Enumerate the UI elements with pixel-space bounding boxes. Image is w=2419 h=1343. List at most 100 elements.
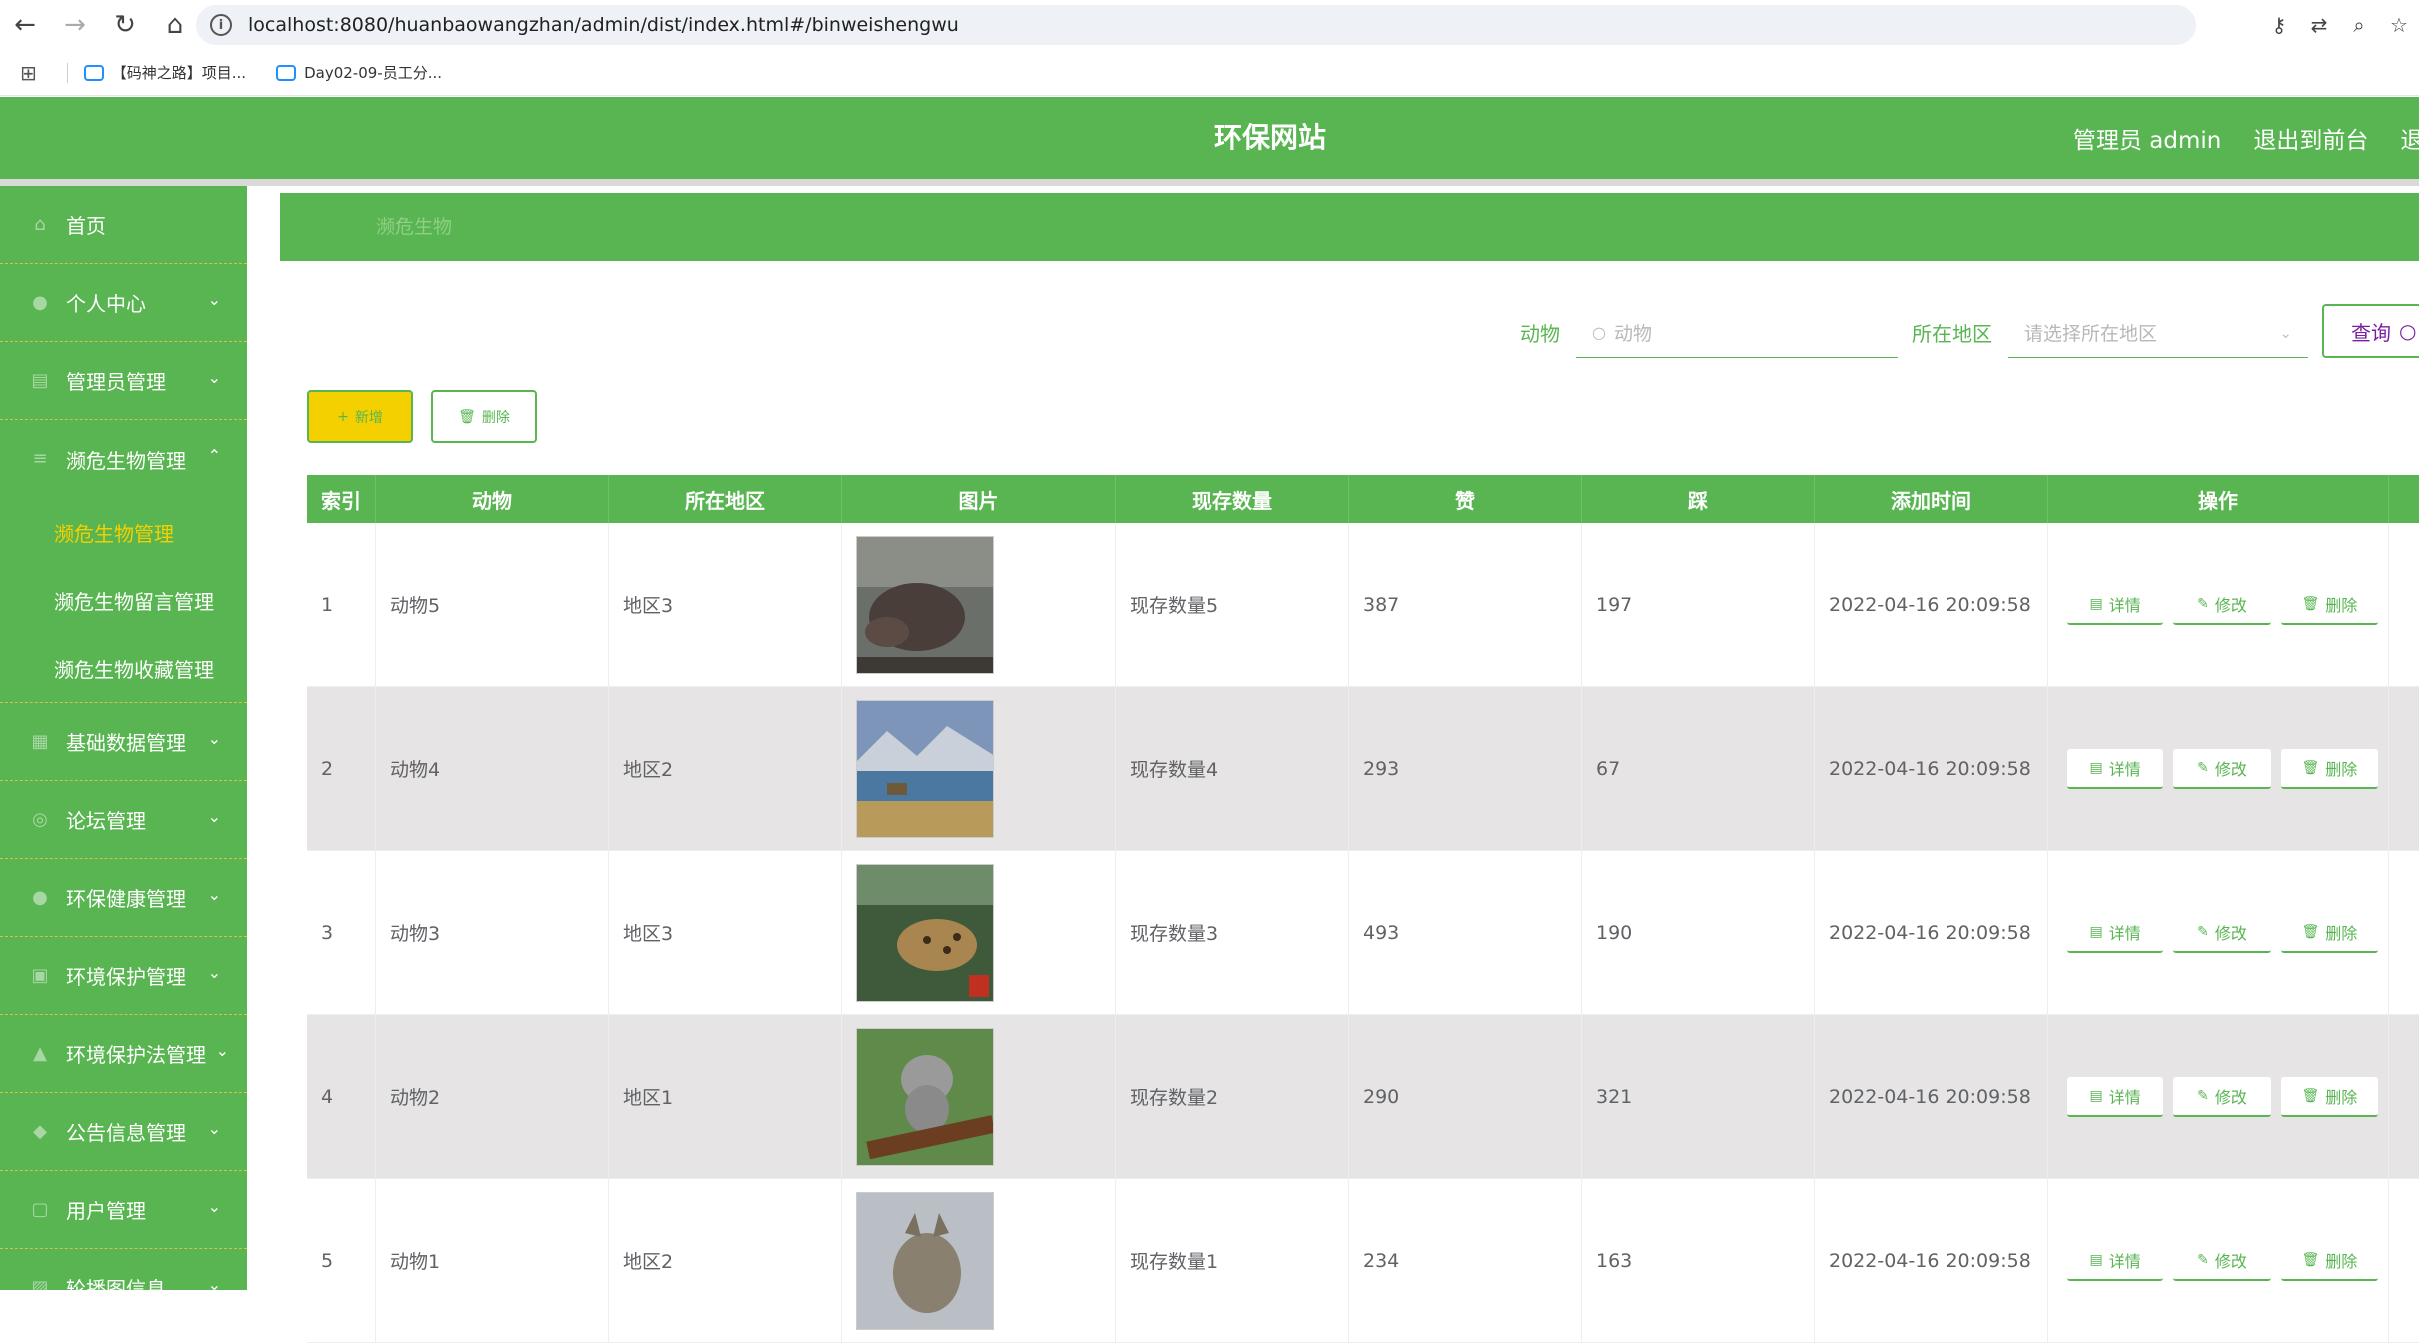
chevron-down-icon: ⌄ bbox=[207, 963, 221, 982]
animal-photo-koala[interactable] bbox=[856, 1027, 994, 1166]
submenu-endangered-messages[interactable]: 濒危生物留言管理 bbox=[0, 566, 247, 634]
sidebar-item-environment[interactable]: ▣ 环境保护管理 ⌄ bbox=[0, 937, 247, 1015]
bookmark-item-1[interactable]: 【码神之路】项目... bbox=[83, 62, 246, 83]
search-icon: ○ bbox=[1592, 323, 1606, 342]
cell-count: 现存数量3 bbox=[1116, 851, 1349, 1014]
bookmark-star-icon[interactable]: ☆ bbox=[2379, 13, 2419, 37]
column-header-count[interactable]: 现存数量 bbox=[1116, 475, 1349, 523]
sidebar-item-basic-data[interactable]: ▦ 基础数据管理 ⌄ bbox=[0, 703, 247, 781]
cell-count: 现存数量5 bbox=[1116, 523, 1349, 686]
column-header-image[interactable]: 图片 bbox=[842, 475, 1116, 523]
column-header-dislikes[interactable]: 踩 bbox=[1582, 475, 1815, 523]
chevron-down-icon: ⌄ bbox=[207, 1119, 221, 1138]
forward-arrow-icon[interactable]: → bbox=[50, 0, 100, 50]
delete-button[interactable]: 🗑 删除 bbox=[2280, 748, 2378, 789]
list-icon: ≡ bbox=[32, 448, 48, 469]
column-header-animal[interactable]: 动物 bbox=[376, 475, 609, 523]
sidebar-item-env-law[interactable]: ▲ 环境保护法管理 ⌄ bbox=[0, 1015, 247, 1093]
back-to-front-link[interactable]: 退出到前台 bbox=[2253, 121, 2368, 155]
column-header-time[interactable]: 添加时间 bbox=[1815, 475, 2048, 523]
logout-link[interactable]: 退出登录 bbox=[2400, 121, 2419, 155]
back-arrow-icon[interactable]: ← bbox=[0, 0, 50, 50]
apps-grid-icon[interactable]: ⊞ bbox=[20, 61, 37, 85]
cell-time: 2022-04-16 20:09:58 bbox=[1815, 687, 2048, 850]
detail-label: 详情 bbox=[2108, 759, 2141, 779]
document-icon: ▤ bbox=[2089, 759, 2103, 776]
add-button[interactable]: + 新增 bbox=[307, 390, 413, 443]
edit-button[interactable]: ✎ 修改 bbox=[2173, 584, 2271, 625]
chevron-down-icon: ⌄ bbox=[207, 1275, 221, 1290]
animal-photo-fox[interactable] bbox=[856, 1191, 994, 1330]
detail-button[interactable]: ▤ 详情 bbox=[2067, 1076, 2164, 1117]
megaphone-icon: ◆ bbox=[33, 1120, 47, 1142]
sidebar-item-health[interactable]: ● 环保健康管理 ⌄ bbox=[0, 859, 247, 937]
translate-icon[interactable]: ⇄ bbox=[2299, 13, 2339, 37]
zoom-icon[interactable]: ⌕ bbox=[2339, 13, 2379, 37]
cell-count: 现存数量2 bbox=[1116, 1015, 1349, 1178]
detail-button[interactable]: ▤ 详情 bbox=[2067, 584, 2164, 625]
delete-button[interactable]: 🗑 删除 bbox=[2280, 912, 2378, 953]
chevron-down-icon: ⌄ bbox=[207, 1197, 221, 1216]
password-key-icon[interactable]: ⚷ bbox=[2259, 13, 2299, 37]
bookmark-item-2[interactable]: Day02-09-员工分... bbox=[276, 62, 442, 83]
sidebar-item-admins[interactable]: ▤ 管理员管理 ⌄ bbox=[0, 342, 247, 420]
query-button[interactable]: 查询 ○ bbox=[2322, 304, 2419, 358]
delete-button[interactable]: 🗑 删除 bbox=[2280, 1076, 2378, 1117]
home-icon[interactable]: ⌂ bbox=[150, 0, 200, 50]
table-header: 索引 动物 所在地区 图片 现存数量 赞 踩 添加时间 操作 bbox=[307, 475, 2419, 523]
animal-photo-antelope[interactable] bbox=[856, 699, 994, 838]
cell-time: 2022-04-16 20:09:58 bbox=[1815, 851, 2048, 1014]
edit-label: 修改 bbox=[2214, 1087, 2247, 1107]
sidebar: ⌂ 首页 ● 个人中心 ⌄ ▤ 管理员管理 ⌄ ≡ 濒危生物管理 ⌃ 濒危生物管… bbox=[0, 186, 247, 1290]
sidebar-item-users[interactable]: ▢ 用户管理 ⌄ bbox=[0, 1171, 247, 1249]
address-bar[interactable]: i localhost:8080/huanbaowangzhan/admin/d… bbox=[196, 5, 2196, 45]
image-icon: ▨ bbox=[31, 1276, 49, 1290]
chevron-down-icon: ⌄ bbox=[207, 368, 221, 387]
table-row: 2 动物4 地区2 现存数量4 293 67 2022-04-16 20:09:… bbox=[307, 687, 2419, 851]
sidebar-item-label: 环境保护管理 bbox=[66, 965, 186, 989]
animal-search-input[interactable]: ○ 动物 bbox=[1576, 308, 1898, 358]
delete-button[interactable]: 🗑 删除 bbox=[2280, 584, 2378, 625]
submenu-endangered-manage[interactable]: 濒危生物管理 bbox=[0, 498, 247, 566]
search-form: 动物 ○ 动物 所在地区 请选择所在地区 ⌄ 查询 ○ bbox=[1500, 300, 2419, 358]
region-select-label: 所在地区 bbox=[1912, 322, 1992, 346]
detail-label: 详情 bbox=[2108, 1087, 2141, 1107]
bulk-delete-button[interactable]: 🗑 删除 bbox=[431, 390, 537, 443]
column-header-region[interactable]: 所在地区 bbox=[609, 475, 842, 523]
animal-photo-rhino[interactable] bbox=[856, 535, 994, 674]
detail-label: 详情 bbox=[2108, 595, 2141, 615]
pencil-icon: ✎ bbox=[2197, 1087, 2209, 1104]
edit-button[interactable]: ✎ 修改 bbox=[2173, 748, 2271, 789]
sidebar-item-carousel[interactable]: ▨ 轮播图信息 ⌄ bbox=[0, 1249, 247, 1290]
animal-photo-leopard[interactable] bbox=[856, 863, 994, 1002]
submenu-endangered-favorites[interactable]: 濒危生物收藏管理 bbox=[0, 634, 247, 702]
edit-button[interactable]: ✎ 修改 bbox=[2173, 912, 2271, 953]
forum-icon: ◎ bbox=[32, 808, 48, 830]
detail-button[interactable]: ▤ 详情 bbox=[2067, 1240, 2164, 1281]
detail-button[interactable]: ▤ 详情 bbox=[2067, 748, 2164, 789]
health-icon: ● bbox=[32, 886, 48, 908]
sidebar-item-home[interactable]: ⌂ 首页 bbox=[0, 186, 247, 264]
cell-animal: 动物3 bbox=[376, 851, 609, 1014]
sidebar-item-forum[interactable]: ◎ 论坛管理 ⌄ bbox=[0, 781, 247, 859]
delete-button[interactable]: 🗑 删除 bbox=[2280, 1240, 2378, 1281]
cell-count: 现存数量4 bbox=[1116, 687, 1349, 850]
delete-label: 删除 bbox=[2325, 923, 2358, 943]
breadcrumb-current: 濒危生物 bbox=[376, 216, 453, 238]
edit-button[interactable]: ✎ 修改 bbox=[2173, 1076, 2271, 1117]
column-header-likes[interactable]: 赞 bbox=[1349, 475, 1582, 523]
region-select[interactable]: 请选择所在地区 ⌄ bbox=[2008, 308, 2308, 358]
chevron-up-icon: ⌃ bbox=[207, 446, 221, 465]
sidebar-item-label: 公告信息管理 bbox=[66, 1121, 186, 1145]
table-row: 5 动物1 地区2 现存数量1 234 163 2022-04-16 20:09… bbox=[307, 1179, 2419, 1343]
sidebar-item-personal[interactable]: ● 个人中心 ⌄ bbox=[0, 264, 247, 342]
edit-button[interactable]: ✎ 修改 bbox=[2173, 1240, 2271, 1281]
table-row: 3 动物3 地区3 现存数量3 493 190 2022-04-16 20:09… bbox=[307, 851, 2419, 1015]
users-icon: ▢ bbox=[31, 1198, 49, 1220]
sidebar-item-endangered[interactable]: ≡ 濒危生物管理 ⌃ bbox=[0, 420, 247, 498]
sidebar-item-notices[interactable]: ◆ 公告信息管理 ⌄ bbox=[0, 1093, 247, 1171]
column-header-index[interactable]: 索引 bbox=[307, 475, 376, 523]
detail-button[interactable]: ▤ 详情 bbox=[2067, 912, 2164, 953]
reload-icon[interactable]: ↻ bbox=[100, 0, 150, 50]
site-info-icon[interactable]: i bbox=[210, 14, 232, 36]
